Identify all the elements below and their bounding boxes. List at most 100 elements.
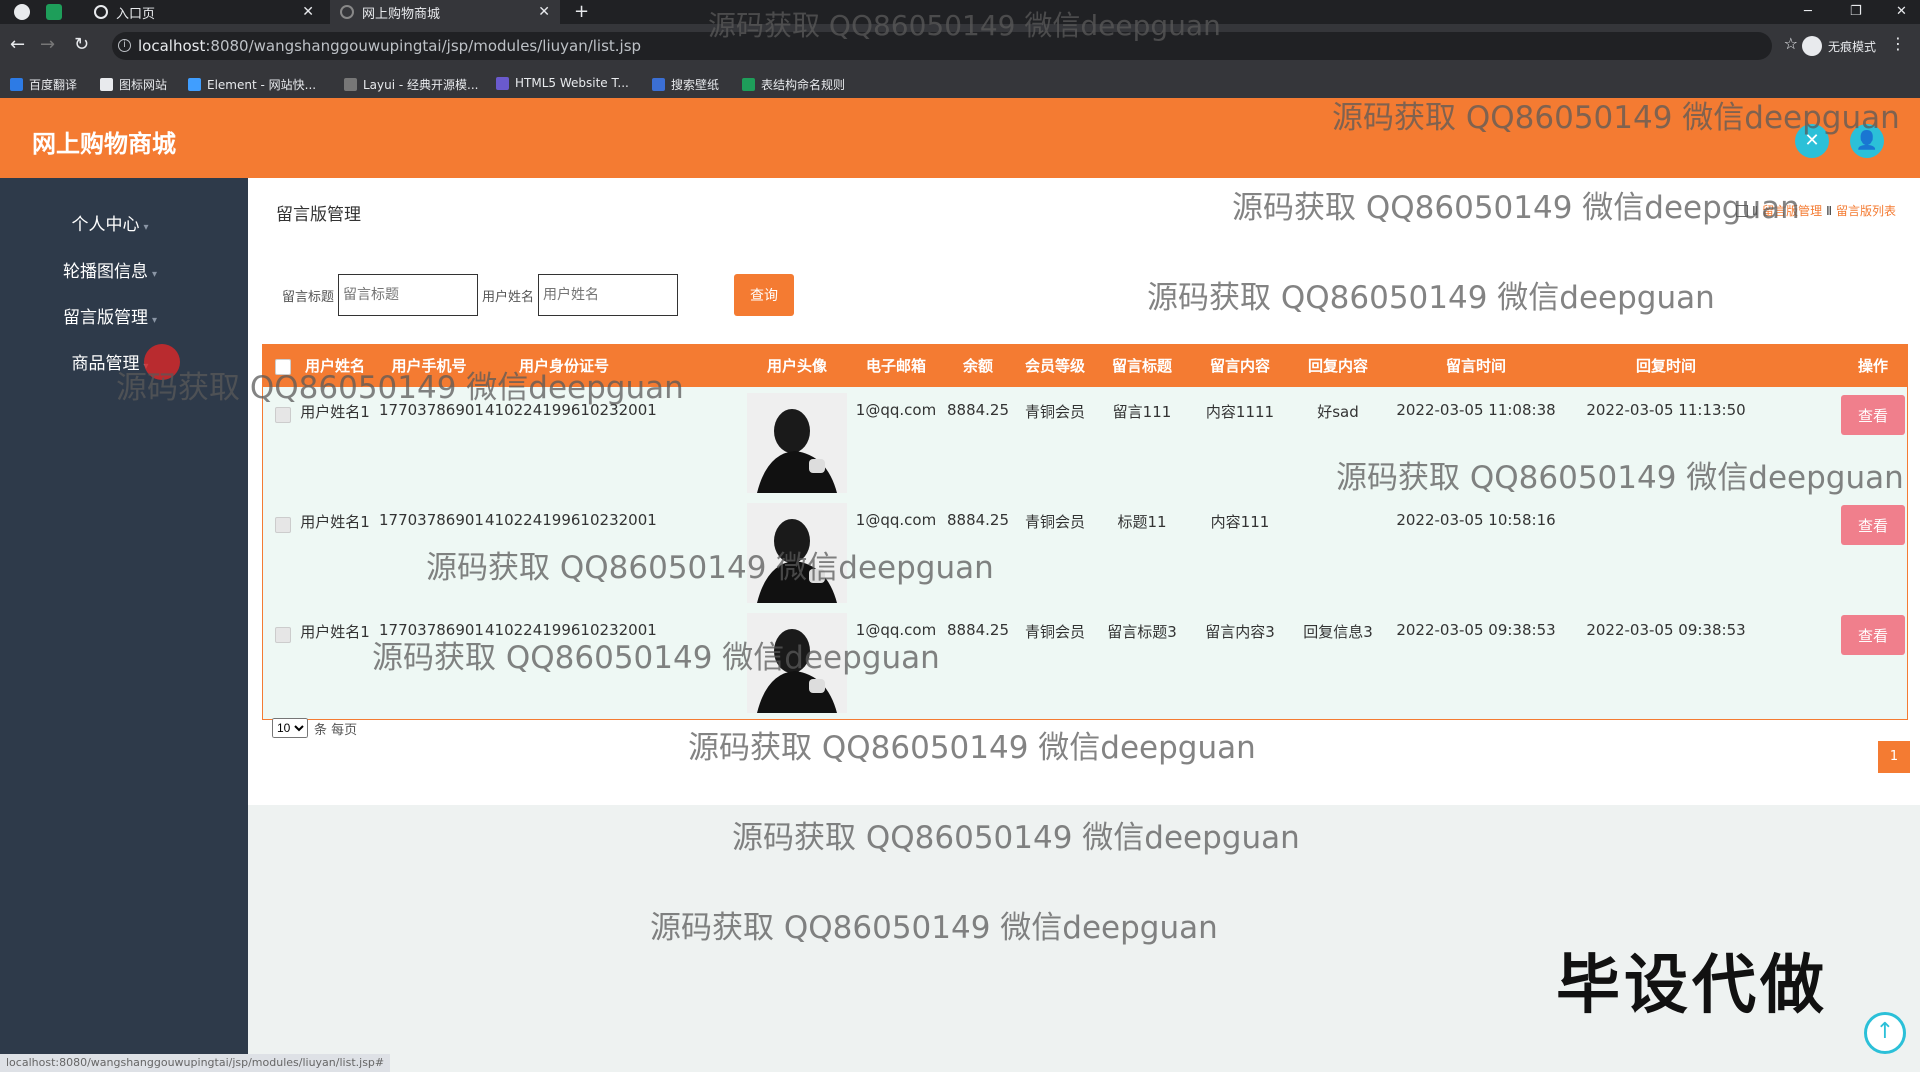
- title-search-input[interactable]: [338, 274, 479, 316]
- minimize-icon[interactable]: ─: [1804, 0, 1812, 24]
- bookmark-item[interactable]: HTML5 Website T...: [496, 76, 629, 90]
- reload-icon[interactable]: ↻: [74, 34, 89, 55]
- cell-phone: 17703786901: [379, 621, 484, 639]
- user-icon[interactable]: 👤: [1850, 124, 1884, 158]
- corner-watermark: 毕设代做: [1556, 949, 1828, 1023]
- header-title[interactable]: 留言标题: [1097, 345, 1187, 387]
- bookmark-item[interactable]: 百度翻译: [10, 76, 77, 93]
- tab-label: 网上购物商城: [362, 6, 441, 22]
- cell-email: 1@qq.com: [855, 511, 937, 529]
- url-field[interactable]: i localhost:8080/wangshanggouwupingtai/j…: [112, 32, 1772, 60]
- query-button[interactable]: 查询: [734, 274, 794, 316]
- row-checkbox[interactable]: [275, 517, 291, 533]
- user-avatar-image: [747, 503, 847, 603]
- main-content: 留言版管理 Ⅱ 留言版管理 Ⅱ 留言版列表 留言标题 用户姓名 查询 用户姓名 …: [248, 178, 1920, 805]
- header-level[interactable]: 会员等级: [1015, 345, 1095, 387]
- header-avatar[interactable]: 用户头像: [747, 345, 847, 387]
- cell-title: 标题11: [1117, 513, 1167, 531]
- fullscreen-icon[interactable]: ✕: [1795, 124, 1829, 158]
- page-size-select[interactable]: 10: [272, 718, 308, 738]
- cell-time: 2022-03-05 10:58:16: [1396, 511, 1556, 529]
- bookmark-item[interactable]: Element - 网站快...: [188, 76, 316, 93]
- header-time[interactable]: 留言时间: [1391, 345, 1561, 387]
- incognito-indicator[interactable]: 无痕模式: [1801, 36, 1876, 56]
- breadcrumb-item[interactable]: 留言版管理: [1762, 202, 1822, 219]
- table-row: 用户姓名1 17703786901 410224199610232001 1@q…: [263, 389, 1907, 499]
- cell-content: 内容111: [1210, 513, 1270, 531]
- row-checkbox[interactable]: [275, 627, 291, 643]
- cell-level: 青铜会员: [1024, 513, 1085, 531]
- bookmark-item[interactable]: 搜索壁纸: [652, 76, 719, 93]
- header-phone[interactable]: 用户手机号: [379, 345, 479, 387]
- page-button-current[interactable]: 1: [1878, 741, 1910, 773]
- cell-phone: 17703786901: [379, 511, 484, 529]
- bookmark-item[interactable]: 表结构命名规则: [742, 76, 845, 93]
- user-avatar-image: [747, 393, 847, 493]
- tab-entry-page[interactable]: 入口页 ✕: [84, 0, 324, 24]
- sidebar-item-carousel[interactable]: 轮播图信息 ▾: [0, 257, 220, 282]
- cell-level: 青铜会员: [1024, 403, 1085, 421]
- cell-reply-time: 2022-03-05 11:13:50: [1586, 401, 1746, 419]
- header-reply-time[interactable]: 回复时间: [1581, 345, 1751, 387]
- header-content[interactable]: 留言内容: [1195, 345, 1285, 387]
- tab-shop[interactable]: 网上购物商城 ✕: [330, 0, 560, 24]
- tab-label: 入口页: [116, 6, 156, 22]
- tab-strip-icon[interactable]: [46, 4, 62, 20]
- incognito-icon: [1801, 36, 1822, 56]
- cell-balance: 8884.25: [946, 511, 1010, 529]
- bookmark-label: Element - 网站快...: [207, 78, 317, 92]
- cell-idcard: 410224199610232001: [485, 511, 657, 529]
- message-table: 用户姓名 用户手机号 用户身份证号 用户头像 电子邮箱 余额 会员等级 留言标题…: [262, 344, 1908, 720]
- close-icon[interactable]: ✕: [538, 4, 550, 20]
- user-avatar-image: [747, 613, 847, 713]
- view-button[interactable]: 查看: [1841, 615, 1905, 655]
- browser-tab-bar: 入口页 ✕ 网上购物商城 ✕ + ─ ❐ ✕: [0, 0, 1920, 24]
- sidebar: 个人中心▾ 轮播图信息▾ 留言版管理▾ 商品管理▾: [0, 178, 248, 1072]
- page-title: 留言版管理: [276, 205, 361, 225]
- name-search-input[interactable]: [538, 274, 679, 316]
- cell-idcard: 410224199610232001: [485, 401, 657, 419]
- table-row: 用户姓名1 17703786901 410224199610232001 1@q…: [263, 499, 1907, 609]
- sidebar-item-products[interactable]: 商品管理▾: [0, 349, 220, 374]
- restore-icon[interactable]: ❐: [1850, 0, 1862, 24]
- bookmark-item[interactable]: Layui - 经典开源模...: [344, 76, 478, 93]
- close-window-icon[interactable]: ✕: [1896, 0, 1907, 24]
- cell-title: 留言标题3: [1107, 623, 1177, 641]
- header-email[interactable]: 电子邮箱: [851, 345, 941, 387]
- select-all-checkbox[interactable]: [275, 359, 291, 375]
- sidebar-item-personal[interactable]: 个人中心 ▾: [0, 210, 220, 235]
- forward-icon[interactable]: →: [40, 34, 55, 55]
- bookmark-label: 表结构命名规则: [761, 78, 846, 92]
- globe-icon: [340, 5, 354, 19]
- sidebar-item-label: 商品管理: [71, 354, 140, 374]
- cell-level: 青铜会员: [1024, 623, 1085, 641]
- close-icon[interactable]: ✕: [302, 4, 314, 20]
- view-button[interactable]: 查看: [1841, 395, 1905, 435]
- table-row: 用户姓名1 17703786901 410224199610232001 1@q…: [263, 609, 1907, 719]
- app-title: 网上购物商城: [32, 130, 176, 158]
- bookmark-item[interactable]: 图标网站: [100, 76, 167, 93]
- home-icon[interactable]: [1736, 204, 1749, 217]
- page-size-suffix: 条 每页: [314, 722, 358, 738]
- menu-icon[interactable]: ⋮: [1890, 34, 1906, 53]
- row-checkbox[interactable]: [275, 407, 291, 423]
- caret-icon: ▾: [151, 269, 158, 280]
- sidebar-item-messages[interactable]: 留言版管理 ▾: [0, 303, 220, 328]
- view-button[interactable]: 查看: [1841, 505, 1905, 545]
- back-to-top-icon[interactable]: ↑: [1864, 1012, 1906, 1054]
- info-icon[interactable]: i: [118, 39, 131, 52]
- wallpaper-icon: [652, 78, 665, 91]
- back-icon[interactable]: ←: [10, 34, 25, 55]
- cell-reply: 回复信息3: [1303, 623, 1373, 641]
- element-icon: [188, 78, 201, 91]
- star-icon[interactable]: ☆: [1784, 34, 1798, 53]
- breadcrumb-item[interactable]: 留言版列表: [1836, 202, 1896, 219]
- new-tab-button[interactable]: +: [574, 0, 589, 24]
- header-reply[interactable]: 回复内容: [1293, 345, 1383, 387]
- sheet-icon: [742, 78, 755, 91]
- header-name[interactable]: 用户姓名: [295, 345, 375, 387]
- status-bar-url: localhost:8080/wangshanggouwupingtai/jsp…: [0, 1054, 391, 1072]
- cell-name: 用户姓名1: [300, 403, 370, 421]
- header-idcard[interactable]: 用户身份证号: [485, 345, 643, 387]
- header-balance[interactable]: 余额: [943, 345, 1013, 387]
